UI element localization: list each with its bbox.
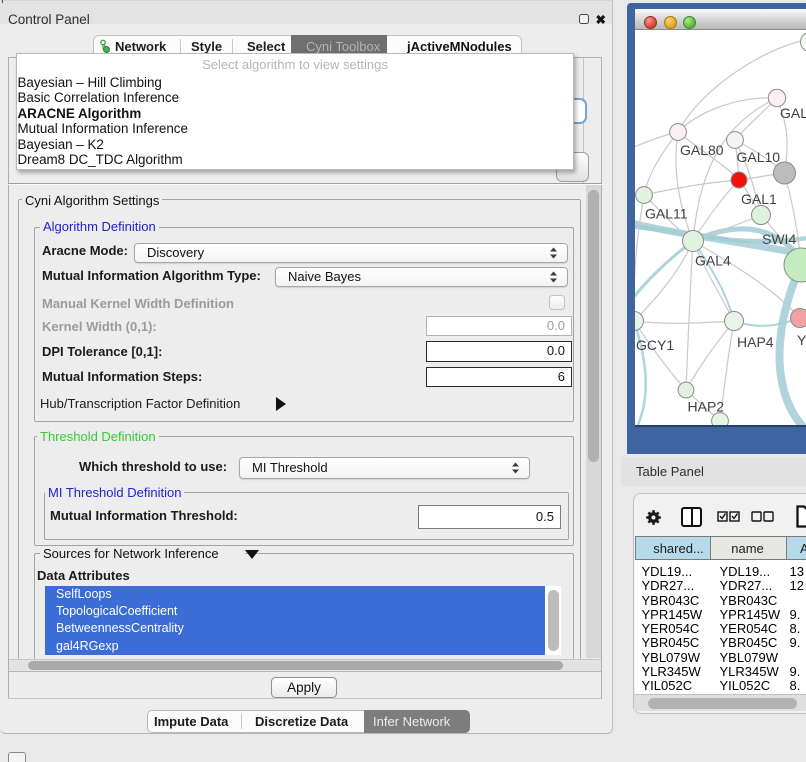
svg-text:YP: YP	[797, 332, 806, 348]
svg-text:HAP4: HAP4	[737, 334, 774, 350]
svg-text:GAL80: GAL80	[680, 142, 724, 158]
svg-text:GAL10: GAL10	[737, 149, 781, 165]
svg-text:HAP2: HAP2	[688, 399, 725, 415]
svg-text:GCY1: GCY1	[636, 337, 674, 353]
svg-text:GAL4: GAL4	[695, 253, 731, 269]
svg-text:GAL7: GAL7	[780, 105, 806, 121]
svg-text:SWI4: SWI4	[762, 231, 796, 247]
svg-text:GAL1: GAL1	[741, 191, 777, 207]
svg-text:GAL11: GAL11	[645, 206, 688, 222]
